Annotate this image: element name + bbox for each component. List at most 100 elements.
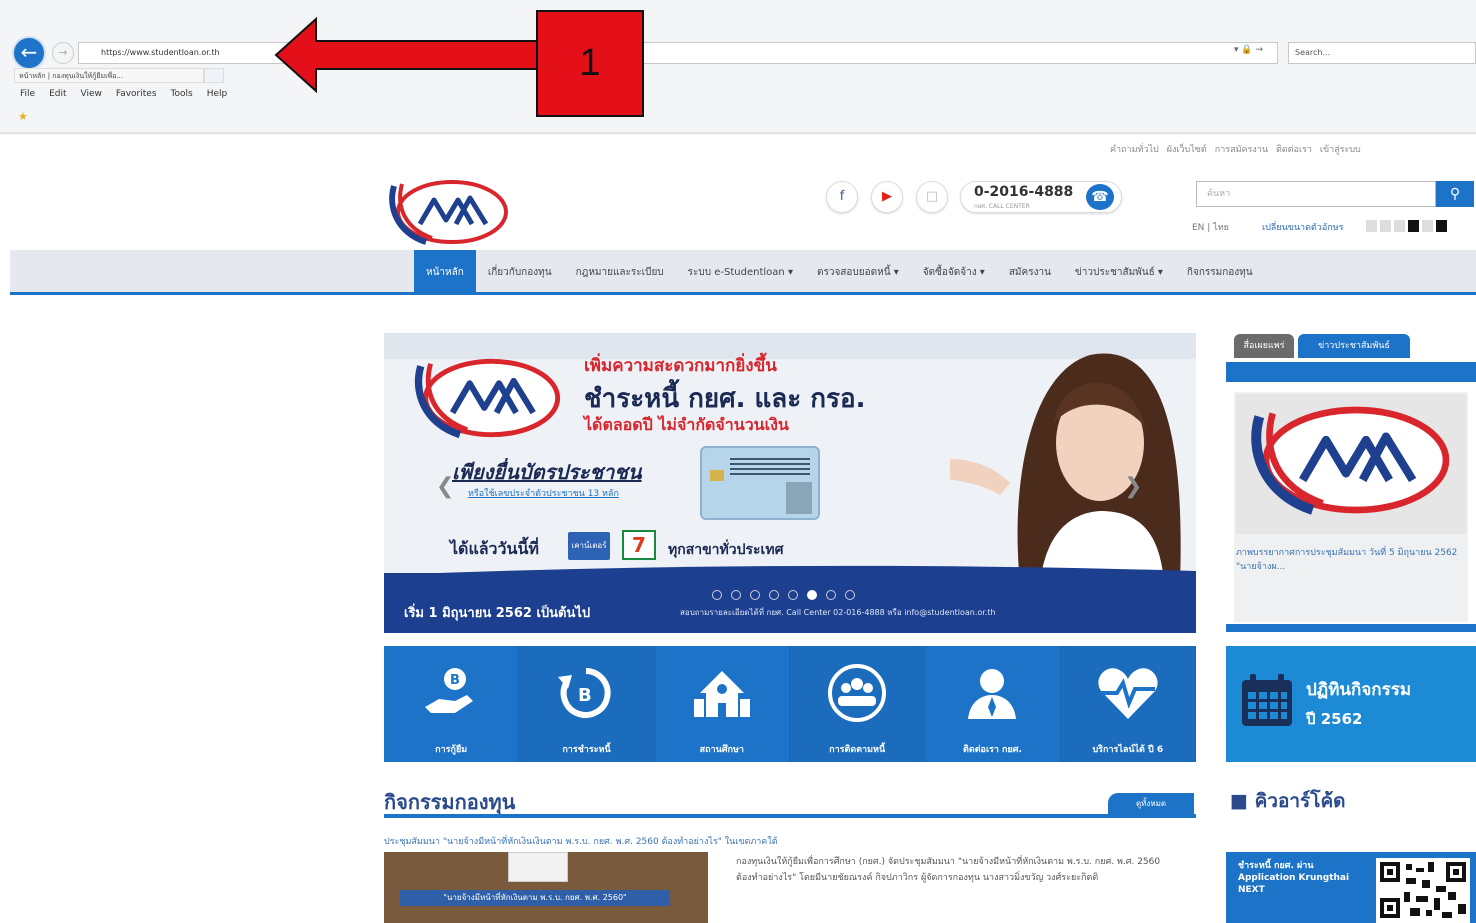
back-button[interactable]: ← (12, 36, 46, 70)
youtube-icon[interactable]: ▶ (871, 181, 903, 213)
site-search-input[interactable]: ค้นหา (1196, 181, 1436, 207)
seven-eleven-logo: 7 (622, 530, 656, 560)
line-icon[interactable]: □ (916, 181, 948, 213)
menu-file[interactable]: File (20, 89, 35, 103)
carousel-next-icon[interactable]: ❯ (1124, 474, 1142, 499)
util-link-login[interactable]: เข้าสู่ระบบ (1320, 142, 1361, 156)
nav-news[interactable]: ข่าวประชาสัมพันธ์ ▾ (1063, 250, 1175, 295)
qr-code-icon[interactable] (1376, 858, 1470, 923)
sidebar-card-bottom (1226, 624, 1476, 632)
carousel-dot[interactable] (712, 590, 722, 600)
nav-jobs[interactable]: สมัครงาน (997, 250, 1063, 295)
id-card-photo (786, 482, 812, 514)
view-all-button[interactable]: ดูทั้งหมด (1108, 793, 1194, 814)
new-tab-button[interactable] (204, 68, 224, 83)
carousel-dots (712, 590, 855, 600)
service-school[interactable]: สถานศึกษา (655, 646, 790, 762)
nav-law[interactable]: กฎหมายและระเบียบ (564, 250, 676, 295)
util-link-contact[interactable]: ติดต่อเรา (1276, 142, 1312, 156)
tab-news[interactable]: ข่าวประชาสัมพันธ์ (1298, 334, 1410, 358)
nav-menu: หน้าหลัก เกี่ยวกับกองทุน กฎหมายและระเบีย… (414, 250, 1265, 295)
util-link-sitemap[interactable]: ผังเว็บไซต์ (1167, 142, 1207, 156)
service-health[interactable]: บริการไลน์ไต้ ปี 6 (1060, 646, 1196, 762)
banner-branches-text: ทุกสาขาทั่วประเทศ (668, 542, 784, 558)
service-loan[interactable]: B การกู้ยืม (384, 646, 520, 762)
util-link-jobs[interactable]: การสมัครงาน (1215, 142, 1268, 156)
carousel-dot[interactable] (750, 590, 760, 600)
browser-search-input[interactable]: Search... (1288, 42, 1476, 64)
phone-icon[interactable]: ☎ (1086, 184, 1114, 210)
phone-sub: กยศ. CALL CENTER (974, 203, 1030, 210)
font-size-medium[interactable] (1380, 220, 1391, 232)
school-icon (693, 671, 750, 717)
service-repay[interactable]: B การชำระหนี้ (519, 646, 655, 762)
banner-heading-1: เพิ่มความสะดวกมากยิ่งขึ้น (584, 356, 777, 376)
service-contact[interactable]: ติดต่อเรา กยศ. (925, 646, 1061, 762)
sidebar-strip (1226, 362, 1476, 382)
annotation-arrow (274, 16, 539, 94)
carousel-dot[interactable] (769, 590, 779, 600)
language-switch[interactable]: EN | ไทย (1192, 220, 1229, 234)
carousel-dot-active[interactable] (807, 590, 817, 600)
nav-procurement[interactable]: จัดซื้อจัดจ้าง ▾ (911, 250, 997, 295)
lock-refresh-icon[interactable]: ▾ 🔒 → (1234, 45, 1263, 55)
calendar-icon (1242, 674, 1292, 726)
activity-thumb-sign: "นายจ้างมีหน้าที่หักเงินตาม พ.ร.บ. กยศ. … (400, 890, 670, 906)
facebook-icon[interactable]: f (826, 181, 858, 213)
repay-icon: B (558, 668, 612, 718)
id-card-chip (710, 470, 724, 481)
tab-media[interactable]: สื่อเผยแพร่ (1234, 334, 1294, 358)
search-icon[interactable]: ⚲ (1436, 181, 1474, 207)
site-logo[interactable] (386, 176, 512, 248)
contrast-dark[interactable] (1408, 220, 1419, 232)
forward-button[interactable]: → (52, 42, 74, 64)
phone-number: 0-2016-4888 (974, 184, 1074, 200)
qr-text: ชำระหนี้ กยศ. ผ่าน Application Krungthai… (1238, 861, 1350, 895)
font-size-label: เปลี่ยนขนาดตัวอักษร (1262, 223, 1344, 233)
carousel-prev-icon[interactable]: ❮ (436, 474, 454, 499)
font-size-large[interactable] (1394, 220, 1405, 232)
font-size-small[interactable] (1366, 220, 1377, 232)
sidebar-logo (1251, 406, 1450, 515)
banner-start-date: เริ่ม 1 มิถุนายน 2562 เป็นต้นไป (404, 606, 591, 621)
service-school-label: สถานศึกษา (699, 745, 744, 755)
qr-title: ■ คิวอาร์โค้ด (1230, 790, 1346, 812)
nav-about[interactable]: เกี่ยวกับกองทุน (476, 250, 564, 295)
font-size-buttons (1366, 220, 1447, 232)
svg-text:B: B (578, 685, 592, 706)
sidebar-card-text[interactable]: ภาพบรรยากาศการประชุมสัมมนา วันที่ 5 มิถุ… (1236, 546, 1464, 574)
menu-help[interactable]: Help (207, 89, 228, 103)
carousel-dot[interactable] (845, 590, 855, 600)
menu-tools[interactable]: Tools (171, 89, 193, 103)
loan-hand-icon: B (425, 668, 474, 713)
carousel-dot[interactable] (731, 590, 741, 600)
nav-e-studentloan[interactable]: ระบบ e-Studentloan ▾ (676, 250, 805, 295)
favorites-star-icon[interactable]: ★ (18, 110, 28, 123)
menu-view[interactable]: View (81, 89, 102, 103)
menu-edit[interactable]: Edit (49, 89, 66, 103)
banner-heading-3: ได้ตลอดปี ไม่จำกัดจำนวนเงิน (584, 415, 789, 434)
svg-text:B: B (450, 673, 460, 688)
calendar-title: ปฏิทินกิจกรรม (1306, 680, 1412, 700)
activities-underline (384, 814, 1196, 818)
banner-id-text: เพียงยื่นบัตรประชาชน (452, 460, 642, 484)
nav-check-debt[interactable]: ตรวจสอบยอดหนี้ ▾ (805, 250, 911, 295)
nav-home[interactable]: หน้าหลัก (414, 250, 476, 295)
util-link-faq[interactable]: คำถามทั่วไป (1110, 142, 1159, 156)
contrast-high[interactable] (1436, 220, 1447, 232)
carousel-dot[interactable] (788, 590, 798, 600)
carousel-dot[interactable] (826, 590, 836, 600)
nav-activities[interactable]: กิจกรรมกองทุน (1175, 250, 1265, 295)
address-bar[interactable]: https://www.studentloan.or.th (78, 42, 1278, 64)
service-tracking[interactable]: การติดตามหนี้ (789, 646, 926, 762)
activity-headline-link[interactable]: ประชุมสัมมนา "นายจ้างมีหน้าที่หักเงินเงิ… (384, 834, 778, 848)
counter-service-logo: เคาน์เตอร์ (568, 532, 610, 560)
id-card-lines (730, 458, 810, 476)
banner-logo (414, 358, 561, 439)
utility-links: คำถามทั่วไป ผังเว็บไซต์ การสมัครงาน ติดต… (1110, 142, 1361, 156)
qr-title-text: คิวอาร์โค้ด (1254, 790, 1346, 812)
menu-favorites[interactable]: Favorites (116, 89, 157, 103)
browser-tab[interactable]: หน้าหลัก | กองทุนเงินให้กู้ยืมเพื่อ... (14, 68, 204, 83)
contrast-normal[interactable] (1422, 220, 1433, 232)
service-repay-label: การชำระหนี้ (562, 745, 611, 755)
